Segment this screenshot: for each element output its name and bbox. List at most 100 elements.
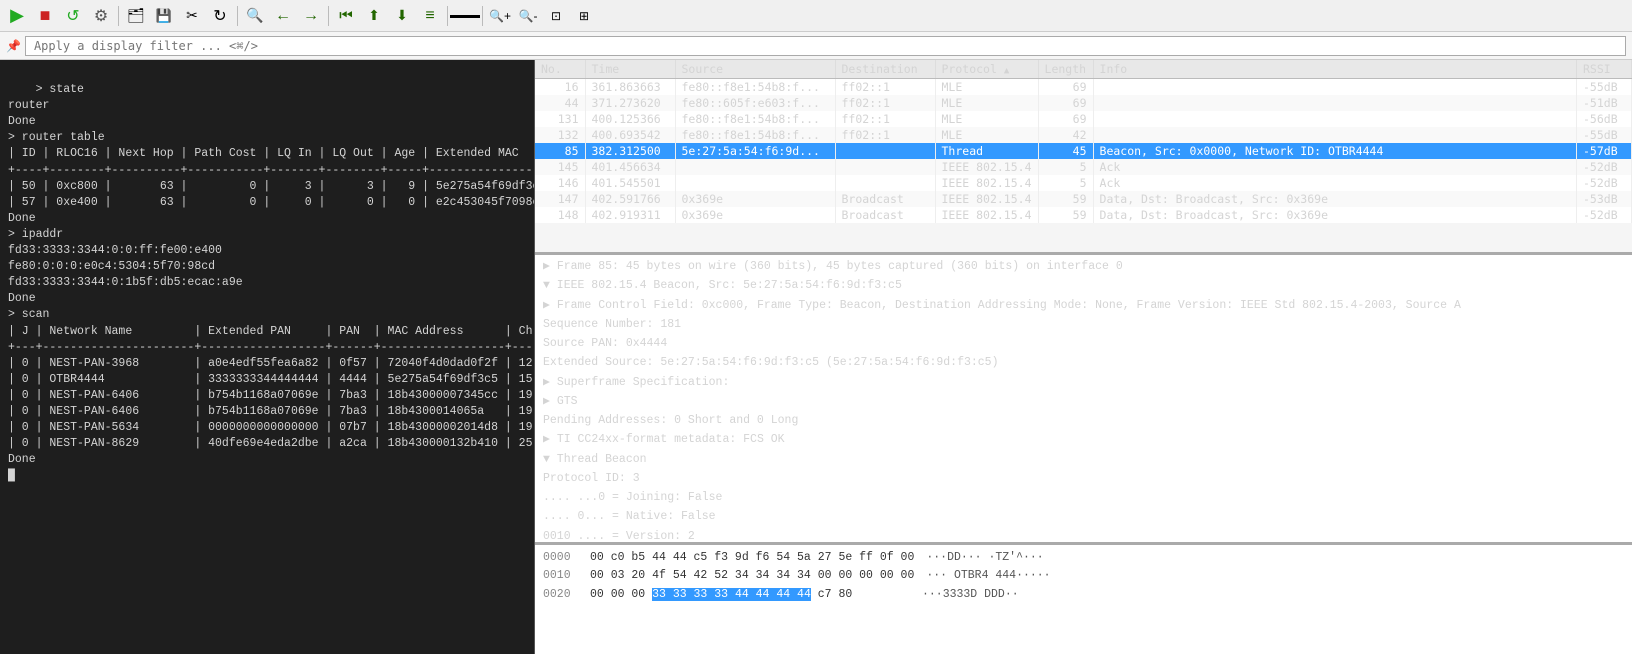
hex-line: 002000 00 00 33 33 33 33 44 44 44 44 c7 … <box>543 586 1624 604</box>
hex-bytes: 00 03 20 4f 54 42 52 34 34 34 34 00 00 0… <box>590 567 914 585</box>
table-cell: Thread <box>935 143 1038 159</box>
detail-line[interactable]: ▼ Thread Beacon <box>535 450 1632 469</box>
detail-line[interactable]: ▶ Frame 85: 45 bytes on wire (360 bits),… <box>535 257 1632 276</box>
table-cell: 361.863663 <box>585 79 675 96</box>
detail-line[interactable]: ▶ Frame Control Field: 0xc000, Frame Typ… <box>535 296 1632 315</box>
detail-line[interactable]: Sequence Number: 181 <box>535 315 1632 334</box>
table-cell: MLE <box>935 127 1038 143</box>
follow-stream-button[interactable]: ≡ <box>417 3 443 29</box>
open-file-button[interactable]: 🗂 <box>123 3 149 29</box>
table-cell: -52dB <box>1577 159 1632 175</box>
col-rssi: RSSI <box>1577 60 1632 79</box>
detail-line[interactable]: ▶ TI CC24xx-format metadata: FCS OK <box>535 430 1632 449</box>
table-cell: fe80::605f:e603:f... <box>675 95 835 111</box>
detail-line[interactable]: ▶ GTS <box>535 392 1632 411</box>
packet-rows: 16361.863663fe80::f8e1:54b8:f...ff02::1M… <box>535 79 1632 224</box>
hex-dump[interactable]: 0000 00 c0 b5 44 44 c5 f3 9d f6 54 5a 27 … <box>535 545 1632 654</box>
jump-up-button[interactable]: ⬆ <box>361 3 387 29</box>
table-row[interactable]: 85382.3125005e:27:5a:54:f6:9d...Thread45… <box>535 143 1632 159</box>
table-cell: ff02::1 <box>835 95 935 111</box>
packet-detail[interactable]: ▶ Frame 85: 45 bytes on wire (360 bits),… <box>535 255 1632 545</box>
col-time: Time <box>585 60 675 79</box>
save-file-button[interactable]: 💾 <box>151 3 177 29</box>
jump-down-button[interactable]: ⬇ <box>389 3 415 29</box>
terminal-panel[interactable]: > state router Done > router table | ID … <box>0 60 535 654</box>
restart-capture-button[interactable]: ↺ <box>60 3 86 29</box>
table-cell: 132 <box>535 127 585 143</box>
hex-bytes: 00 c0 b5 44 44 c5 f3 9d f6 54 5a 27 5e f… <box>590 549 914 567</box>
table-cell: -53dB <box>1577 191 1632 207</box>
col-proto: Protocol ▲ <box>935 60 1038 79</box>
table-cell: 145 <box>535 159 585 175</box>
find-button[interactable]: 🔍 <box>242 3 268 29</box>
colorize-button[interactable]: ▬▬▬ <box>452 3 478 29</box>
display-filter-input[interactable] <box>25 36 1626 56</box>
table-cell: 69 <box>1038 111 1093 127</box>
close-capture-button[interactable]: ✂ <box>179 3 205 29</box>
detail-line[interactable]: ▼ IEEE 802.15.4 Beacon, Src: 5e:27:5a:54… <box>535 276 1632 295</box>
hex-bytes: 00 00 00 33 33 33 33 44 44 44 44 c7 80 <box>590 586 910 604</box>
detail-line[interactable]: .... ...0 = Joining: False <box>535 488 1632 507</box>
table-row[interactable]: 146401.545501IEEE 802.15.45Ack-52dB <box>535 175 1632 191</box>
table-row[interactable]: 44371.273620fe80::605f:e603:f...ff02::1M… <box>535 95 1632 111</box>
packet-list[interactable]: No. Time Source Destination Protocol ▲ L… <box>535 60 1632 255</box>
table-cell: -52dB <box>1577 207 1632 223</box>
packet-table-header: No. Time Source Destination Protocol ▲ L… <box>535 60 1632 79</box>
zoom-out-button[interactable]: 🔍- <box>515 3 541 29</box>
stop-capture-button[interactable]: ■ <box>32 3 58 29</box>
zoom-reset-button[interactable]: ⊡ <box>543 3 569 29</box>
table-cell: 5 <box>1038 175 1093 191</box>
table-cell: IEEE 802.15.4 <box>935 175 1038 191</box>
jump-first-button[interactable]: ⏮ <box>333 3 359 29</box>
table-cell: 400.125366 <box>585 111 675 127</box>
go-back-button[interactable]: ← <box>270 3 296 29</box>
table-cell: 69 <box>1038 95 1093 111</box>
table-cell: ff02::1 <box>835 79 935 96</box>
hex-offset: 0010 <box>543 567 578 585</box>
table-cell: 131 <box>535 111 585 127</box>
table-row[interactable]: 145401.456634IEEE 802.15.45Ack-52dB <box>535 159 1632 175</box>
go-forward-button[interactable]: → <box>298 3 324 29</box>
options-button[interactable]: ⚙ <box>88 3 114 29</box>
hex-line: 0000 00 c0 b5 44 44 c5 f3 9d f6 54 5a 27 … <box>543 549 1624 567</box>
zoom-in-button[interactable]: 🔍+ <box>487 3 513 29</box>
detail-line[interactable]: .... 0... = Native: False <box>535 507 1632 526</box>
detail-line[interactable]: Protocol ID: 3 <box>535 469 1632 488</box>
detail-line[interactable]: ▶ Superframe Specification: <box>535 373 1632 392</box>
toolbar-separator-1 <box>118 6 119 26</box>
table-cell: 401.545501 <box>585 175 675 191</box>
col-dest: Destination <box>835 60 935 79</box>
reload-button[interactable]: ↻ <box>207 3 233 29</box>
table-cell: 402.919311 <box>585 207 675 223</box>
table-cell: Ack <box>1093 159 1576 175</box>
table-row[interactable]: 147402.5917660x369eBroadcastIEEE 802.15.… <box>535 191 1632 207</box>
hex-ascii: ···DD··· ·TZ'^··· <box>926 549 1043 567</box>
table-cell: 146 <box>535 175 585 191</box>
table-row[interactable]: 131400.125366fe80::f8e1:54b8:f...ff02::1… <box>535 111 1632 127</box>
detail-line[interactable]: Source PAN: 0x4444 <box>535 334 1632 353</box>
detail-line[interactable]: Extended Source: 5e:27:5a:54:f6:9d:f3:c5… <box>535 353 1632 372</box>
table-cell: Data, Dst: Broadcast, Src: 0x369e <box>1093 207 1576 223</box>
detail-line[interactable]: 0010 .... = Version: 2 <box>535 527 1632 546</box>
hex-offset: 0000 <box>543 549 578 567</box>
table-cell: Broadcast <box>835 191 935 207</box>
table-cell: fe80::f8e1:54b8:f... <box>675 79 835 96</box>
table-cell: MLE <box>935 95 1038 111</box>
table-row[interactable]: 148402.9193110x369eBroadcastIEEE 802.15.… <box>535 207 1632 223</box>
table-cell: 59 <box>1038 207 1093 223</box>
hex-ascii: ··· OTBR4 444····· <box>926 567 1050 585</box>
table-cell <box>835 159 935 175</box>
table-row[interactable]: 132400.693542fe80::f8e1:54b8:f...ff02::1… <box>535 127 1632 143</box>
table-cell: Beacon, Src: 0x0000, Network ID: OTBR444… <box>1093 143 1576 159</box>
column-prefs-button[interactable]: ⊞ <box>571 3 597 29</box>
filter-bar: 📌 <box>0 32 1632 60</box>
start-capture-button[interactable]: ▶ <box>4 3 30 29</box>
table-cell: 147 <box>535 191 585 207</box>
table-cell: 16 <box>535 79 585 96</box>
table-row[interactable]: 16361.863663fe80::f8e1:54b8:f...ff02::1M… <box>535 79 1632 96</box>
detail-line[interactable]: Pending Addresses: 0 Short and 0 Long <box>535 411 1632 430</box>
table-cell: MLE <box>935 111 1038 127</box>
toolbar-separator-2 <box>237 6 238 26</box>
table-cell <box>675 159 835 175</box>
table-cell <box>835 175 935 191</box>
